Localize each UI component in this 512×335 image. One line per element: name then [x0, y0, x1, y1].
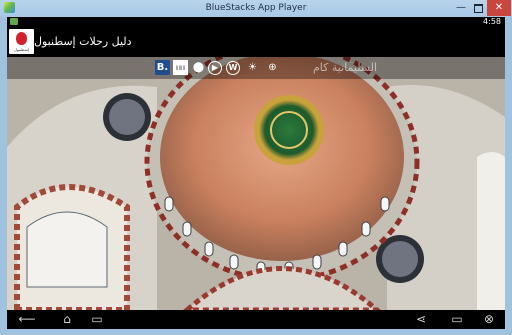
weather-icon[interactable]: ☀: [245, 60, 260, 75]
status-clock: 4:58: [483, 17, 501, 26]
android-screen: 4:58 إسطنبول دليل رحلات إسطنبول B. |||||…: [7, 17, 505, 329]
toolbar: B. ||||||| ⬤ ▶ W ☀ ⊕: [7, 57, 505, 79]
app-logo[interactable]: إسطنبول: [9, 29, 34, 54]
wikipedia-icon[interactable]: W: [226, 61, 240, 75]
dome-illustration: [7, 57, 505, 310]
rotate-icon[interactable]: ▭: [447, 311, 467, 328]
logo-caption: إسطنبول: [13, 47, 30, 52]
barcode-icon[interactable]: |||||||: [173, 60, 188, 75]
app-bar: إسطنبول دليل رحلات إسطنبول: [7, 27, 505, 57]
tulip-icon: [16, 32, 27, 45]
close-app-icon[interactable]: ⊗: [479, 311, 499, 328]
close-button[interactable]: ✕: [487, 0, 511, 16]
booking-icon[interactable]: B.: [155, 60, 170, 75]
back-icon[interactable]: ⟵: [15, 311, 39, 328]
status-bar: 4:58: [7, 17, 505, 27]
mosque-dome-photo[interactable]: [7, 57, 505, 310]
photo-caption: السليمانية كام: [313, 61, 378, 74]
window-title: BlueStacks App Player: [205, 3, 307, 13]
android-navbar: ⟵ ⌂ ▭ ⋖ ▭ ⊗: [7, 310, 505, 329]
maximize-button[interactable]: [470, 0, 486, 16]
globe-icon[interactable]: ⊕: [265, 60, 280, 75]
maximize-icon: [473, 4, 483, 13]
map-pin-icon[interactable]: ⬤: [191, 60, 206, 75]
window-titlebar[interactable]: BlueStacks App Player — ✕: [0, 0, 512, 17]
share-icon[interactable]: ⋖: [411, 311, 431, 328]
minimize-button[interactable]: —: [452, 0, 470, 16]
play-icon[interactable]: ▶: [208, 61, 222, 75]
app-title: دليل رحلات إسطنبول: [34, 35, 132, 48]
notification-icon: [10, 18, 18, 25]
recents-icon[interactable]: ▭: [87, 311, 107, 328]
home-icon[interactable]: ⌂: [57, 311, 77, 328]
